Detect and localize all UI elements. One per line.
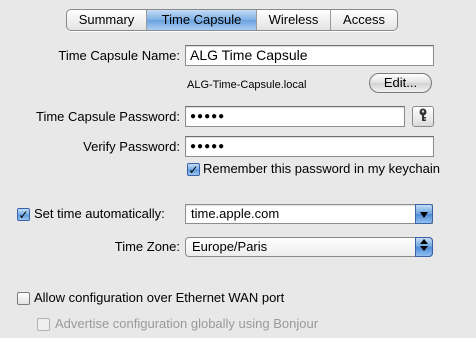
advertise-bonjour-label: Advertise configuration globally using B… [55, 316, 319, 331]
time-zone-value: Europe/Paris [192, 239, 268, 254]
allow-wan-config-label: Allow configuration over Ethernet WAN po… [34, 290, 285, 305]
time-zone-popup[interactable]: Europe/Paris [185, 237, 433, 257]
remember-password-label: Remember this password in my keychain [203, 161, 440, 176]
verify-password-label: Verify Password: [83, 139, 180, 154]
set-time-auto-checkbox[interactable]: ✓ [17, 208, 30, 221]
tab-bar: Summary Time Capsule Wireless Access [66, 9, 398, 31]
chevron-down-icon [420, 205, 428, 223]
time-capsule-name-label: Time Capsule Name: [58, 48, 180, 63]
checkmark-icon: ✓ [18, 207, 29, 222]
allow-wan-config-checkbox[interactable] [17, 292, 30, 305]
combo-dropdown-button[interactable] [415, 204, 433, 224]
password-label: Time Capsule Password: [35, 109, 180, 124]
up-down-arrows-icon [420, 238, 428, 256]
time-server-combo[interactable]: time.apple.com [185, 204, 433, 224]
keychain-button[interactable] [412, 106, 434, 127]
tab-wireless[interactable]: Wireless [257, 10, 331, 30]
checkmark-icon: ✓ [188, 162, 199, 177]
tab-time-capsule[interactable]: Time Capsule [147, 10, 257, 30]
popup-arrows [415, 237, 433, 257]
hostname-text: ALG-Time-Capsule.local [187, 79, 307, 91]
verify-password-field[interactable]: ●●●●● [185, 136, 434, 157]
edit-button[interactable]: Edit... [369, 73, 432, 93]
advertise-bonjour-checkbox[interactable] [37, 318, 50, 331]
tab-summary[interactable]: Summary [67, 10, 147, 30]
time-zone-label: Time Zone: [114, 239, 180, 254]
tab-access[interactable]: Access [331, 10, 397, 30]
remember-password-checkbox[interactable]: ✓ [187, 163, 200, 176]
time-capsule-name-field[interactable]: ALG Time Capsule [185, 45, 434, 66]
password-field[interactable]: ●●●●● [185, 106, 405, 127]
key-icon [418, 108, 428, 125]
set-time-auto-label: Set time automatically: [34, 206, 165, 221]
time-server-value: time.apple.com [191, 206, 280, 221]
